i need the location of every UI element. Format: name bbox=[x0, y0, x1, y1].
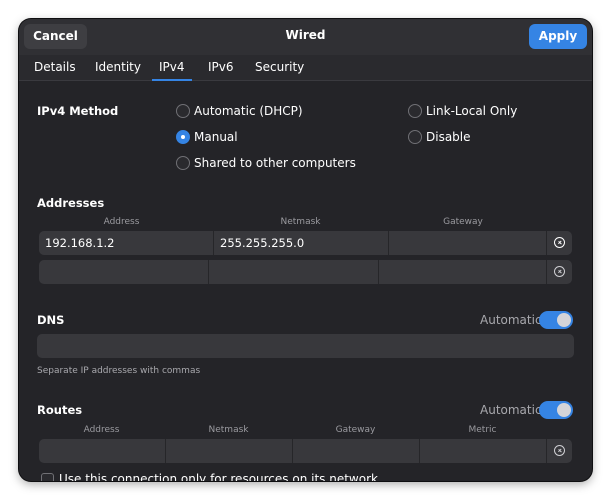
tab-identity[interactable]: Identity bbox=[95, 60, 141, 74]
radio-link-local-only-label[interactable]: Link-Local Only bbox=[426, 104, 517, 118]
dialog-title: Wired bbox=[285, 28, 326, 42]
addresses-label: Addresses bbox=[37, 196, 105, 210]
routes-col-netmask: Netmask bbox=[208, 425, 249, 435]
dns-automatic-switch[interactable] bbox=[539, 311, 573, 329]
route-metric-field[interactable] bbox=[420, 439, 547, 463]
routes-label: Routes bbox=[37, 403, 83, 417]
route-gateway-field[interactable] bbox=[293, 439, 420, 463]
route-row bbox=[39, 439, 572, 463]
route-netmask-field[interactable] bbox=[166, 439, 293, 463]
tab-bar: Details Identity IPv4 IPv6 Security bbox=[19, 55, 592, 81]
routes-automatic-switch[interactable] bbox=[539, 401, 573, 419]
routes-col-metric: Metric bbox=[468, 425, 497, 435]
radio-shared-label[interactable]: Shared to other computers bbox=[194, 156, 356, 170]
routes-automatic-label: Automatic bbox=[480, 403, 542, 417]
remove-cell bbox=[547, 260, 572, 284]
apply-button[interactable]: Apply bbox=[529, 24, 587, 49]
radio-disable-label[interactable]: Disable bbox=[426, 130, 471, 144]
gateway-field[interactable] bbox=[379, 260, 547, 284]
remove-address-icon[interactable] bbox=[554, 237, 565, 248]
gateway-field[interactable] bbox=[389, 231, 547, 255]
addresses-col-address: Address bbox=[103, 217, 140, 227]
only-local-resources-checkbox[interactable] bbox=[41, 473, 54, 481]
radio-link-local-only[interactable] bbox=[408, 104, 422, 118]
address-row bbox=[39, 260, 572, 284]
only-local-resources-label[interactable]: Use this connection only for resources o… bbox=[59, 472, 378, 481]
dns-label: DNS bbox=[37, 313, 65, 327]
routes-col-gateway: Gateway bbox=[335, 425, 376, 435]
dns-automatic-label: Automatic bbox=[480, 313, 542, 327]
header-bar: Cancel Wired Apply bbox=[19, 19, 592, 55]
address-row: 192.168.1.2 255.255.255.0 bbox=[39, 231, 572, 255]
address-field[interactable] bbox=[39, 260, 209, 284]
radio-automatic-dhcp-label[interactable]: Automatic (DHCP) bbox=[194, 104, 303, 118]
dns-hint: Separate IP addresses with commas bbox=[37, 366, 201, 376]
connection-dialog: Cancel Wired Apply Details Identity IPv4… bbox=[19, 19, 592, 481]
address-field[interactable]: 192.168.1.2 bbox=[39, 231, 214, 255]
route-address-field[interactable] bbox=[39, 439, 166, 463]
radio-shared[interactable] bbox=[176, 156, 190, 170]
radio-manual-label[interactable]: Manual bbox=[194, 130, 238, 144]
radio-automatic-dhcp[interactable] bbox=[176, 104, 190, 118]
ipv4-method-label: IPv4 Method bbox=[37, 104, 119, 118]
tab-details[interactable]: Details bbox=[34, 60, 76, 74]
netmask-field[interactable] bbox=[209, 260, 379, 284]
tab-ipv6[interactable]: IPv6 bbox=[208, 60, 234, 74]
remove-route-icon[interactable] bbox=[554, 445, 565, 456]
routes-col-address: Address bbox=[83, 425, 120, 435]
dns-input[interactable] bbox=[37, 334, 574, 358]
addresses-col-netmask: Netmask bbox=[280, 217, 321, 227]
remove-cell bbox=[547, 439, 572, 463]
tab-ipv4[interactable]: IPv4 bbox=[152, 60, 191, 81]
radio-manual[interactable] bbox=[176, 130, 190, 144]
addresses-col-gateway: Gateway bbox=[443, 217, 483, 227]
remove-cell bbox=[547, 231, 572, 255]
netmask-field[interactable]: 255.255.255.0 bbox=[214, 231, 389, 255]
radio-disable[interactable] bbox=[408, 130, 422, 144]
remove-address-icon[interactable] bbox=[554, 266, 565, 277]
tab-security[interactable]: Security bbox=[255, 60, 304, 74]
